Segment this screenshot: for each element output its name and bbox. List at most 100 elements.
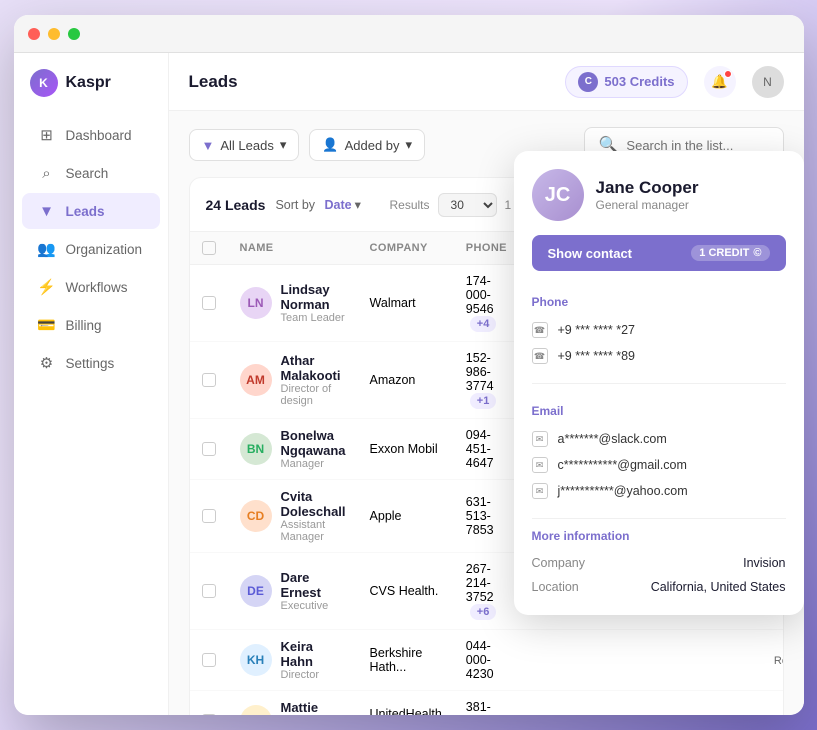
row-checkbox-cell: [190, 691, 228, 716]
phone-item-1: ☎ +9 *** **** *27: [532, 317, 786, 343]
avatar: MB: [240, 705, 272, 715]
company-value: Invision: [743, 556, 785, 570]
minimize-dot: [48, 28, 60, 40]
added-by-filter[interactable]: 👤 Added by ▾: [309, 129, 425, 161]
person-details: Bonelwa Ngqawana Manager: [281, 428, 346, 470]
row-checkbox-cell: [190, 265, 228, 342]
phone-cell: 044-000-4230: [454, 630, 519, 691]
email-section-title: Email: [532, 404, 786, 418]
sidebar-item-label: Workflows: [66, 280, 128, 295]
row-checkbox[interactable]: [202, 296, 216, 310]
name-cell: MB Mattie Blooman Coordinator: [228, 691, 358, 716]
logo-icon: K: [30, 69, 58, 97]
company-cell: UnitedHealth G...: [358, 691, 454, 716]
phone-section: Phone ☎ +9 *** **** *27 ☎ +9 *** **** *8…: [514, 285, 804, 373]
person-name: Bonelwa Ngqawana: [281, 428, 346, 458]
sidebar-item-billing[interactable]: 💳 Billing: [22, 307, 160, 343]
credit-icon: ©: [753, 247, 761, 259]
phone-cell: 631-513-7853: [454, 480, 519, 553]
company-cell: Walmart: [358, 265, 454, 342]
avatar: DE: [240, 575, 272, 607]
email-section: Email ✉ a*******@slack.com ✉ c**********…: [514, 394, 804, 508]
sidebar-item-search[interactable]: ⌕ Search: [22, 155, 160, 191]
contact-info: Jane Cooper General manager: [596, 178, 699, 212]
company-column-header: COMPANY: [358, 232, 454, 265]
row-checkbox-cell: [190, 342, 228, 419]
filter-label: All Leads: [220, 138, 273, 153]
notifications-button[interactable]: 🔔: [704, 66, 736, 98]
person-role: Director of design: [281, 383, 346, 407]
app-body: K Kaspr ⊞ Dashboard ⌕ Search ▼ Leads: [14, 53, 804, 715]
location-value: California, United States: [651, 580, 786, 594]
added-by-cell: [665, 630, 762, 691]
row-checkbox[interactable]: [202, 442, 216, 456]
all-leads-filter[interactable]: ▼ All Leads ▾: [189, 129, 300, 161]
sidebar-item-workflows[interactable]: ⚡ Workflows: [22, 269, 160, 305]
contact-name: Jane Cooper: [596, 178, 699, 198]
avatar: CD: [240, 500, 272, 532]
title-bar: [14, 15, 804, 53]
company-cell: Apple: [358, 480, 454, 553]
sort-button[interactable]: Sort by Date ▾: [275, 197, 360, 212]
credits-label: 503 Credits: [604, 74, 674, 89]
popup-divider-2: [532, 518, 786, 519]
sidebar-item-settings[interactable]: ⚙ Settings: [22, 345, 160, 381]
row-checkbox[interactable]: [202, 373, 216, 387]
row-checkbox[interactable]: [202, 653, 216, 667]
row-checkbox-cell: [190, 630, 228, 691]
expand-dot: [68, 28, 80, 40]
person-role: Director: [281, 669, 346, 681]
main-content: ▼ All Leads ▾ 👤 Added by ▾ 🔍: [169, 111, 804, 715]
name-cell: BN Bonelwa Ngqawana Manager: [228, 419, 358, 480]
popup-divider: [532, 383, 786, 384]
checkbox-column: [190, 232, 228, 265]
chevron-down-icon: ▾: [406, 137, 413, 153]
added-by-cell: pr.io: [665, 691, 762, 716]
person-details: Keira Hahn Director: [281, 639, 346, 681]
phone-icon: ☎: [532, 322, 548, 338]
name-cell: AM Athar Malakooti Director of design: [228, 342, 358, 419]
page-title: Leads: [189, 72, 550, 92]
select-all-checkbox[interactable]: [202, 241, 216, 255]
contact-role: General manager: [596, 198, 699, 212]
show-contact-button[interactable]: Show contact 1 CREDIT ©: [532, 235, 786, 271]
results-per-page-select[interactable]: 3050100: [438, 193, 497, 217]
leads-icon: ▼: [38, 202, 56, 220]
person-role: Manager: [281, 458, 346, 470]
email-icon: ✉: [532, 483, 548, 499]
sidebar: K Kaspr ⊞ Dashboard ⌕ Search ▼ Leads: [14, 53, 169, 715]
name-cell: DE Dare Ernest Executive: [228, 553, 358, 630]
credits-badge[interactable]: C 503 Credits: [565, 66, 687, 98]
person-name: Lindsay Norman: [281, 282, 346, 312]
notification-dot: [724, 70, 732, 78]
person-name: Cvita Doleschall: [281, 489, 346, 519]
popup-header: JC Jane Cooper General manager: [514, 151, 804, 235]
avatar: AM: [240, 364, 272, 396]
name-cell: KH Keira Hahn Director: [228, 630, 358, 691]
sidebar-item-organization[interactable]: 👥 Organization: [22, 231, 160, 267]
email-icon: ✉: [532, 457, 548, 473]
phone-cell: 381-178-2619: [454, 691, 519, 716]
email-cell: [519, 691, 665, 716]
main-area: Leads C 503 Credits 🔔 N ▼: [169, 53, 804, 715]
row-checkbox[interactable]: [202, 714, 216, 715]
user-avatar[interactable]: N: [752, 66, 784, 98]
company-cell: Exxon Mobil: [358, 419, 454, 480]
name-column-header: NAME: [228, 232, 358, 265]
person-name: Keira Hahn: [281, 639, 346, 669]
billing-icon: 💳: [38, 316, 56, 334]
table-row[interactable]: MB Mattie Blooman Coordinator UnitedHeal…: [190, 691, 784, 716]
sidebar-logo: K Kaspr: [14, 69, 168, 117]
table-row[interactable]: KH Keira Hahn Director Berkshire Hath...…: [190, 630, 784, 691]
list-cell: Real Esta: [762, 630, 784, 691]
phone-cell: 267-214-3752+6: [454, 553, 519, 630]
sidebar-item-label: Organization: [66, 242, 143, 257]
sidebar-item-label: Billing: [66, 318, 102, 333]
row-checkbox[interactable]: [202, 584, 216, 598]
sort-label: Sort by: [275, 198, 315, 212]
company-cell: Berkshire Hath...: [358, 630, 454, 691]
phone-icon: ☎: [532, 348, 548, 364]
sidebar-item-leads[interactable]: ▼ Leads: [22, 193, 160, 229]
sidebar-item-dashboard[interactable]: ⊞ Dashboard: [22, 117, 160, 153]
row-checkbox[interactable]: [202, 509, 216, 523]
